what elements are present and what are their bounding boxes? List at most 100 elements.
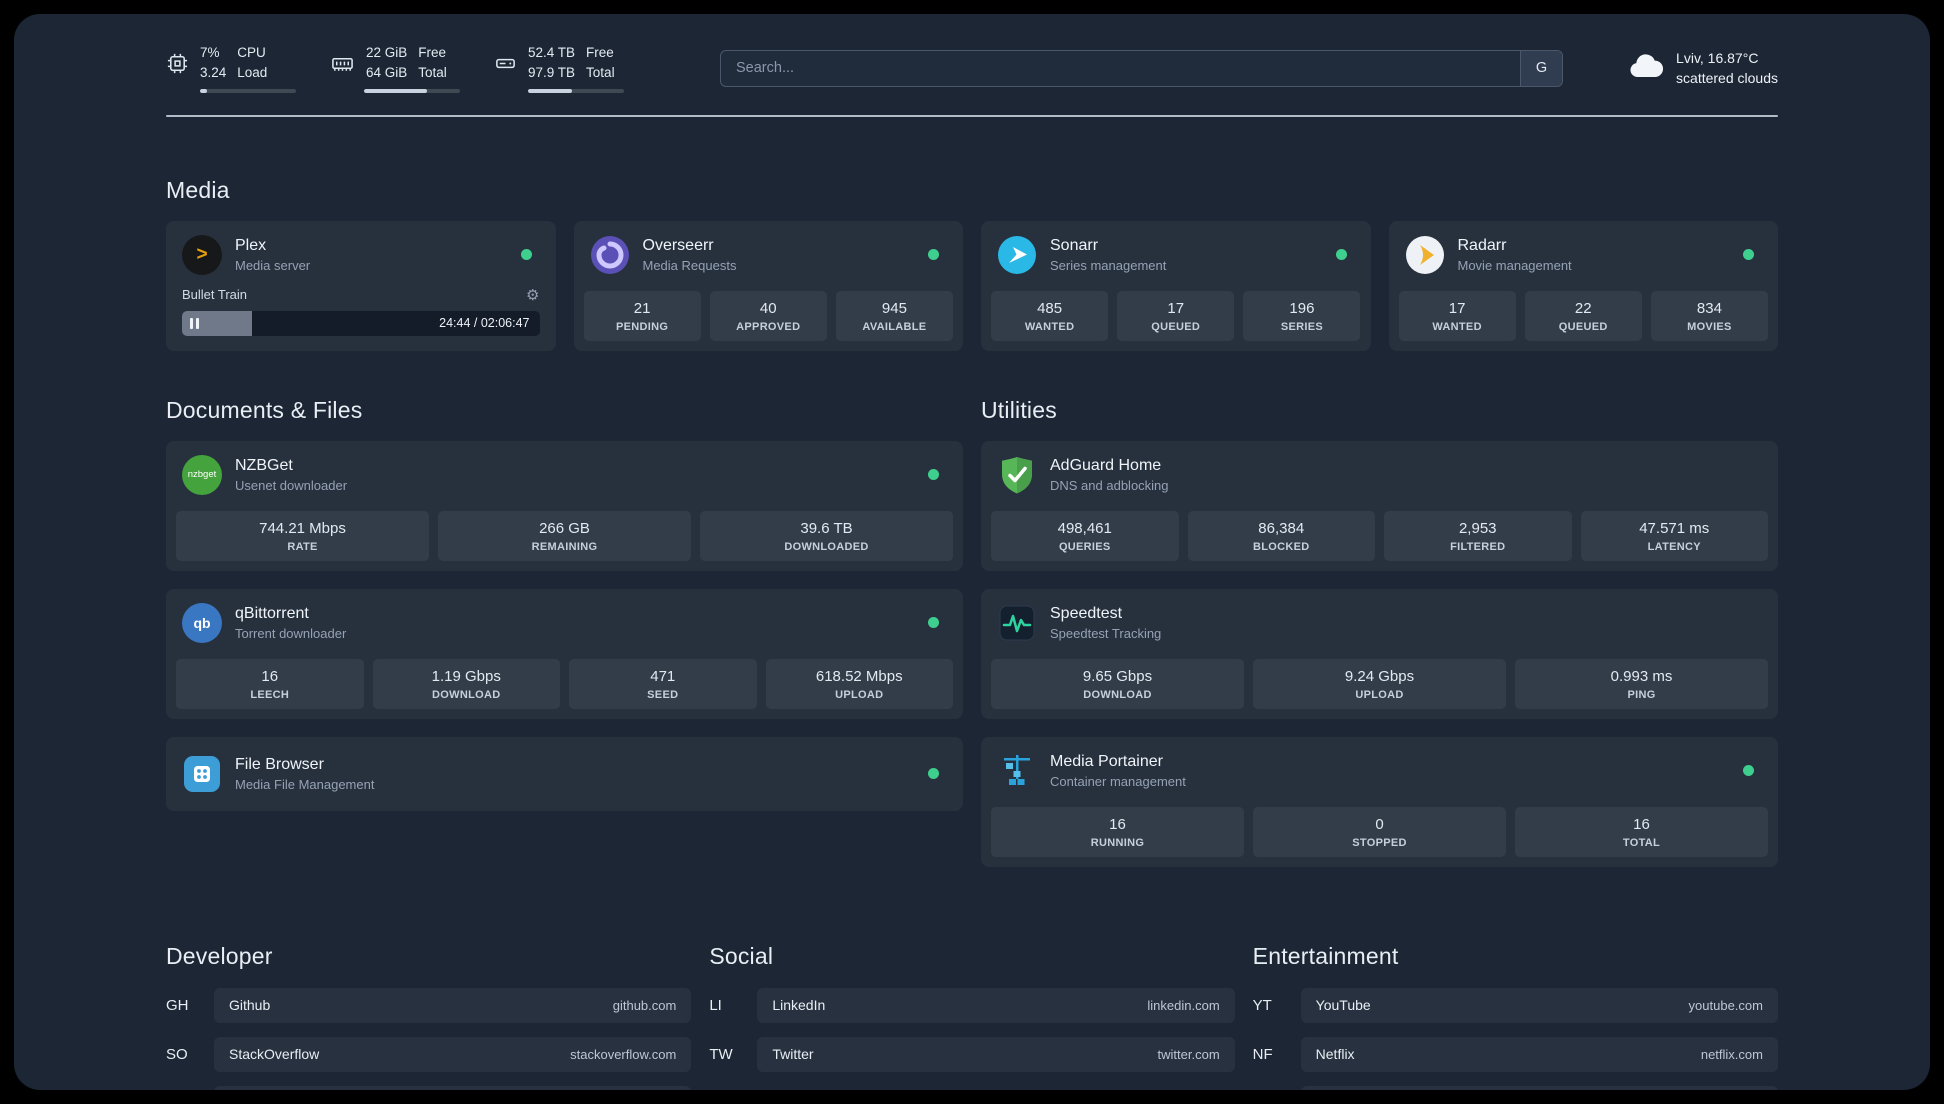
weather-location: Lviv, 16.87°C [1676, 50, 1759, 67]
service-description: Media File Management [235, 776, 375, 792]
disk-progress-bar [528, 88, 624, 93]
service-description: Speedtest Tracking [1050, 625, 1162, 641]
playback-time: 24:44 / 02:06:47 [439, 316, 530, 331]
filebrowser-icon [182, 754, 222, 794]
service-description: Usenet downloader [235, 477, 348, 493]
bookmark-link[interactable]: DEV dev.to [214, 1085, 692, 1090]
status-dot [928, 617, 939, 629]
service-card-sonarr[interactable]: Sonarr Series management 485 WANTED 17 Q… [981, 220, 1371, 351]
memory-icon [330, 52, 355, 75]
service-card-nzbget[interactable]: nzbget NZBGet Usenet downloader 744.21 M… [166, 440, 963, 571]
stat-filtered: 2,953 FILTERED [1384, 510, 1572, 561]
cpu-icon [166, 52, 189, 75]
stat-upload: 9.24 Gbps UPLOAD [1253, 658, 1506, 709]
stat-queued: 22 QUEUED [1524, 290, 1642, 341]
stat-leech: 16 LEECH [176, 658, 364, 709]
bookmark-link[interactable]: Reddit reddit.com [1300, 1085, 1778, 1090]
stat-download: 9.65 Gbps DOWNLOAD [991, 658, 1244, 709]
bookmark-abbr: GH [166, 996, 189, 1014]
stat-running: 16 RUNNING [991, 806, 1244, 857]
disk-total-value: 97.9 TB [528, 64, 576, 80]
adguard-icon [997, 455, 1037, 495]
stat-approved: 40 APPROVED [709, 290, 827, 341]
service-description: Torrent downloader [235, 625, 347, 641]
memory-progress-bar [364, 88, 460, 93]
weather-widget: Lviv, 16.87°C scattered clouds [1627, 48, 1778, 89]
bookmark-link[interactable]: Twitter twitter.com [757, 1036, 1235, 1072]
stat-wanted: 17 WANTED [1398, 290, 1516, 341]
stat-available: 945 AVAILABLE [835, 290, 953, 341]
stat-latency: 47.571 ms LATENCY [1580, 510, 1768, 561]
bookmark-link[interactable]: LinkedIn linkedin.com [757, 987, 1235, 1023]
stat-remaining: 266 GB REMAINING [438, 510, 691, 561]
playback-progress-bar[interactable]: 24:44 / 02:06:47 [182, 310, 540, 336]
service-name: Radarr [1457, 236, 1507, 254]
disk-total-label: Total [586, 64, 615, 80]
service-card-speedtest[interactable]: Speedtest Speedtest Tracking 9.65 Gbps D… [981, 588, 1778, 719]
bookmark-youtube: YT YouTube youtube.com [1253, 987, 1778, 1023]
stat-pending: 21 PENDING [583, 290, 701, 341]
memory-total-label: Total [418, 64, 447, 80]
memory-free-value: 22 GiB [366, 45, 408, 60]
bookmark-netflix: NF Netflix netflix.com [1253, 1036, 1778, 1072]
qbittorrent-icon: qb [182, 602, 222, 643]
status-dot [928, 249, 939, 261]
service-name: Sonarr [1050, 236, 1099, 254]
service-card-portainer[interactable]: Media Portainer Container management 16 … [981, 736, 1778, 867]
stat-upload: 618.52 Mbps UPLOAD [765, 658, 953, 709]
resource-widgets: 7% 3.24 CPU Load 22 GiB 64 GiB Free Tota… [166, 44, 624, 93]
resource-memory: 22 GiB 64 GiB Free Total [330, 44, 460, 93]
stat-total: 16 TOTAL [1515, 806, 1768, 857]
status-dot [520, 249, 532, 261]
stat-wanted: 485 WANTED [991, 290, 1109, 341]
service-card-overseerr[interactable]: Overseerr Media Requests 21 PENDING 40 A… [573, 220, 963, 351]
service-card-plex[interactable]: > Plex Media server Bullet Train ⚙ 24:44… [166, 220, 556, 351]
bookmark-link[interactable]: StackOverflow stackoverflow.com [214, 1036, 692, 1072]
stat-ping: 0.993 ms PING [1515, 658, 1768, 709]
disk-free-value: 52.4 TB [528, 45, 576, 60]
media-section: Media > Plex Media server Bullet Train ⚙… [166, 177, 1778, 351]
service-card-filebrowser[interactable]: File Browser Media File Management [166, 736, 963, 811]
stat-download: 1.19 Gbps DOWNLOAD [372, 658, 560, 709]
bookmarks-developer: Developer GH Github github.com SO StackO… [166, 942, 692, 1090]
service-description: Container management [1050, 773, 1186, 789]
status-dot [1743, 249, 1754, 261]
resource-disk: 52.4 TB 97.9 TB Free Total [494, 44, 624, 93]
stat-queued: 17 QUEUED [1117, 290, 1235, 341]
header-divider [166, 114, 1778, 117]
service-name: Plex [235, 236, 267, 254]
cpu-load-value: 3.24 [200, 64, 227, 80]
cpu-usage-label: CPU [237, 45, 266, 60]
service-name: Speedtest [1050, 604, 1123, 622]
service-card-radarr[interactable]: Radarr Movie management 17 WANTED 22 QUE… [1388, 220, 1778, 351]
bookmark-github: GH Github github.com [166, 987, 692, 1023]
service-card-qbittorrent[interactable]: qb qBittorrent Torrent downloader 16 LEE… [166, 588, 963, 719]
bookmark-reddit: RE Reddit reddit.com [1253, 1085, 1778, 1090]
disk-free-label: Free [586, 45, 614, 60]
search-provider-button[interactable]: G [1520, 50, 1563, 86]
service-name: NZBGet [235, 456, 293, 474]
bookmark-link[interactable]: YouTube youtube.com [1300, 987, 1778, 1023]
service-name: qBittorrent [235, 604, 309, 622]
section-title-developer: Developer [166, 942, 273, 969]
gear-icon[interactable]: ⚙ [526, 286, 539, 304]
service-description: DNS and adblocking [1050, 477, 1169, 493]
stat-series: 196 SERIES [1243, 290, 1361, 341]
search-input[interactable] [721, 50, 1521, 86]
stat-blocked: 86,384 BLOCKED [1187, 510, 1375, 561]
dashboard: 7% 3.24 CPU Load 22 GiB 64 GiB Free Tota… [14, 14, 1930, 1090]
status-dot [1743, 765, 1754, 777]
now-playing-title: Bullet Train [182, 287, 248, 303]
service-name: Media Portainer [1050, 752, 1163, 770]
documents-section: Documents & Files nzbget NZBGet Usenet d… [166, 397, 963, 811]
bookmark-link[interactable]: Netflix netflix.com [1300, 1036, 1778, 1072]
pause-icon[interactable] [190, 317, 199, 329]
service-card-adguard[interactable]: AdGuard Home DNS and adblocking 498,461 … [981, 440, 1778, 571]
stat-rate: 744.21 Mbps RATE [176, 510, 429, 561]
plex-now-playing: Bullet Train ⚙ 24:44 / 02:06:47 [176, 283, 546, 338]
section-title-documents: Documents & Files [166, 396, 363, 423]
bookmark-link[interactable]: Github github.com [214, 987, 692, 1023]
cpu-usage-value: 7% [200, 45, 220, 60]
cpu-progress-bar [200, 88, 296, 93]
service-description: Media Requests [642, 257, 737, 273]
